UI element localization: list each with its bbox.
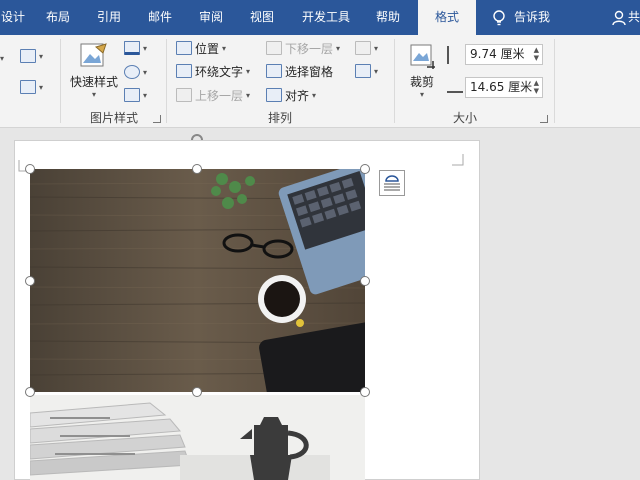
resize-handle-right[interactable]	[360, 276, 370, 286]
send-backward-label: 下移一层	[285, 41, 334, 56]
selection-pane-label: 选择窗格	[285, 64, 334, 79]
crop-label: 裁剪	[409, 75, 434, 89]
position-icon	[176, 41, 192, 55]
resize-handle-left[interactable]	[25, 276, 35, 286]
adjust-more-icon[interactable]: ▾	[0, 48, 4, 68]
group-separator	[166, 39, 167, 123]
tell-me-button[interactable]: 告诉我	[492, 0, 550, 35]
align-label: 对齐	[285, 88, 310, 103]
tab-help[interactable]: 帮助	[365, 0, 411, 35]
group-separator	[394, 39, 395, 123]
crop-button[interactable]: 裁剪 ▾	[404, 41, 440, 103]
group-objects-icon	[355, 41, 371, 55]
second-picture[interactable]	[30, 395, 365, 480]
ribbon: ▾ ▾ ▾ 快速样式 ▾ ▾ ▾ ▾ 图片样式 位置 ▾ 环绕文字 ▾ 上移一层 ▾ …	[0, 35, 640, 128]
crop-caret: ▾	[419, 90, 424, 99]
bring-forward-button[interactable]: 上移一层 ▾	[176, 85, 250, 105]
wrap-text-label: 环绕文字	[195, 64, 244, 79]
selection-pane-icon	[266, 64, 282, 78]
picture-styles-launcher-icon[interactable]	[153, 115, 161, 123]
position-button[interactable]: 位置 ▾	[176, 38, 226, 58]
send-backward-icon	[266, 41, 282, 55]
tab-review[interactable]: 审阅	[187, 0, 235, 35]
crop-icon	[410, 44, 435, 69]
picture-layout-icon	[124, 88, 140, 102]
resize-handle-top[interactable]	[192, 164, 202, 174]
quick-styles-button[interactable]: 快速样式 ▾	[66, 41, 122, 103]
resize-handle-bottom-left[interactable]	[25, 387, 35, 397]
lightbulb-icon	[493, 9, 505, 25]
margin-mark-top-right	[452, 154, 464, 166]
tab-references[interactable]: 引用	[85, 0, 133, 35]
tab-mailings[interactable]: 邮件	[136, 0, 184, 35]
tab-format[interactable]: 格式	[418, 0, 476, 35]
group-label-arrange: 排列	[267, 111, 292, 125]
change-picture-button[interactable]: ▾	[20, 46, 43, 66]
group-label-picture-styles: 图片样式	[89, 111, 138, 125]
selection-pane-button[interactable]: 选择窗格	[266, 61, 333, 81]
group-separator	[60, 39, 61, 123]
quick-styles-label: 快速样式	[69, 75, 118, 89]
resize-handle-top-left[interactable]	[25, 164, 35, 174]
rotate-icon	[355, 64, 371, 78]
tab-view[interactable]: 视图	[238, 0, 286, 35]
rotate-handle-icon[interactable]	[190, 132, 204, 144]
size-launcher-icon[interactable]	[540, 115, 548, 123]
align-icon	[266, 88, 282, 102]
magazines-photo-image	[30, 395, 365, 480]
layout-options-button[interactable]	[379, 170, 405, 196]
share-label: 共	[628, 10, 640, 24]
tab-developer[interactable]: 开发工具	[290, 0, 362, 35]
picture-border-button[interactable]: ▾	[124, 38, 147, 58]
quick-styles-caret: ▾	[91, 90, 96, 99]
resize-handle-top-right[interactable]	[360, 164, 370, 174]
selected-picture[interactable]	[30, 169, 365, 392]
effects-icon	[124, 65, 140, 79]
resize-handle-bottom-right[interactable]	[360, 387, 370, 397]
layout-options-icon	[384, 175, 400, 191]
bring-forward-icon	[176, 88, 192, 102]
send-backward-button[interactable]: 下移一层 ▾	[266, 38, 340, 58]
bring-forward-label: 上移一层	[195, 88, 244, 103]
rotate-button[interactable]: ▾	[355, 61, 378, 81]
desk-photo-image	[30, 169, 365, 392]
wrap-text-button[interactable]: 环绕文字 ▾	[176, 61, 250, 81]
position-label: 位置	[195, 41, 220, 56]
change-picture-icon	[20, 49, 36, 63]
reset-picture-button[interactable]: ▾	[20, 77, 43, 97]
height-spin-arrows[interactable]: ▲ ▼	[534, 46, 539, 62]
tab-layout[interactable]: 布局	[34, 0, 82, 35]
width-icon	[447, 83, 463, 93]
group-label-size: 大小	[452, 111, 477, 125]
ribbon-tab-bar: 设计 布局 引用 邮件 审阅 视图 开发工具 帮助 格式 告诉我 共	[0, 0, 640, 35]
resize-handle-bottom[interactable]	[192, 387, 202, 397]
width-spinbox[interactable]: 14.65 厘米 ▲ ▼	[465, 77, 543, 98]
quick-styles-icon	[80, 43, 107, 67]
tell-me-label: 告诉我	[514, 10, 551, 24]
height-icon	[447, 46, 463, 64]
share-button[interactable]: 共	[612, 0, 640, 35]
pen-icon	[124, 41, 140, 55]
reset-picture-icon	[20, 80, 36, 94]
height-spinbox[interactable]: 9.74 厘米 ▲ ▼	[465, 44, 543, 65]
group-separator	[554, 39, 555, 123]
tab-design[interactable]: 设计	[0, 0, 26, 35]
person-icon	[612, 10, 626, 25]
width-spin-arrows[interactable]: ▲ ▼	[534, 79, 539, 95]
width-value: 14.65 厘米	[470, 80, 533, 94]
height-value: 9.74 厘米	[470, 47, 525, 61]
wrap-text-icon	[176, 64, 192, 78]
picture-layout-button[interactable]: ▾	[124, 85, 147, 105]
group-objects-button[interactable]: ▾	[355, 38, 378, 58]
align-button[interactable]: 对齐 ▾	[266, 85, 316, 105]
picture-effects-button[interactable]: ▾	[124, 62, 147, 82]
